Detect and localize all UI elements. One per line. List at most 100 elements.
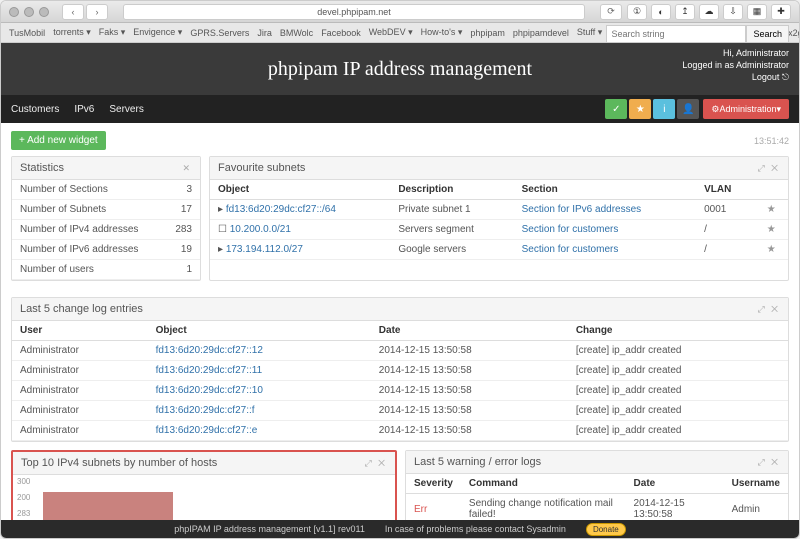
table-row: ▸ 173.194.112.0/27Google serversSection … (210, 240, 788, 260)
table-row: Administratorfd13:6d20:29dc:cf27::112014… (12, 361, 788, 381)
top10-subnets-panel: Top 10 IPv4 subnets by number of hosts ⤢ … (11, 450, 397, 520)
changelog-table: UserObjectDateChange Administratorfd13:6… (12, 321, 788, 441)
table-row: ▸ fd13:6d20:29dc:cf27::/64Private subnet… (210, 200, 788, 220)
nav-servers[interactable]: Servers (109, 104, 143, 115)
user-info: Hi, Administrator Logged in as Administr… (682, 47, 789, 83)
table-row: Administratorfd13:6d20:29dc:cf27::f2014-… (12, 401, 788, 421)
info-icon[interactable]: i (653, 99, 675, 119)
object-link[interactable]: fd13:6d20:29dc:cf27::f (156, 405, 255, 416)
back-button[interactable]: ‹ (62, 4, 84, 20)
add-widget-button[interactable]: + Add new widget (11, 131, 106, 150)
tb-icon-5[interactable]: ⇩ (723, 4, 743, 20)
table-row: Administratorfd13:6d20:29dc:cf27::102014… (12, 381, 788, 401)
favourite-subnets-panel: Favourite subnets ⤢ ✕ ObjectDescriptionSe… (209, 156, 789, 281)
footer-contact: In case of problems please contact Sysad… (385, 524, 566, 534)
subnet-link[interactable]: fd13:6d20:29dc:cf27::/64 (226, 204, 336, 215)
section-link[interactable]: Section for IPv6 addresses (522, 204, 642, 215)
star-icon[interactable]: ★ (754, 220, 788, 240)
panel-title: Statistics (20, 162, 64, 174)
reload-button[interactable]: ⟳ (600, 4, 622, 20)
tb-icon-3[interactable]: ↥ (675, 4, 695, 20)
admin-button[interactable]: ⚙ Administration ▾ (703, 99, 789, 119)
clock: 13:51:42 (754, 136, 789, 146)
bookmark[interactable]: How-to's ▾ (421, 27, 463, 38)
bookmark[interactable]: TusMobil (9, 28, 45, 38)
panel-title: Last 5 change log entries (20, 303, 143, 315)
donate-button[interactable]: Donate (586, 523, 626, 536)
warning-logs-panel: Last 5 warning / error logs ⤢ ✕ SeverityC… (405, 450, 789, 520)
bookmark[interactable]: WebDEV ▾ (369, 27, 413, 38)
bookmark[interactable]: torrents ▾ (53, 27, 91, 38)
table-row: Number of Sections3 (12, 180, 200, 200)
close-dot[interactable] (9, 7, 19, 17)
subnet-link[interactable]: 10.200.0.0/21 (230, 224, 291, 235)
table-row: Administratorfd13:6d20:29dc:cf27::122014… (12, 341, 788, 361)
bookmark[interactable]: BMWolc (280, 28, 313, 38)
bookmark[interactable]: GPRS.Servers (190, 28, 249, 38)
table-row: Number of Subnets17 (12, 200, 200, 220)
url-text: devel.phpipam.net (317, 7, 391, 17)
table-row: Number of IPv4 addresses283 (12, 220, 200, 240)
object-link[interactable]: fd13:6d20:29dc:cf27::11 (156, 365, 263, 376)
object-link[interactable]: fd13:6d20:29dc:cf27::e (156, 425, 258, 436)
bookmark[interactable]: Jira (257, 28, 272, 38)
section-link[interactable]: Section for customers (522, 244, 619, 255)
fav-table: ObjectDescriptionSectionVLAN ▸ fd13:6d20… (210, 180, 788, 260)
panel-title: Last 5 warning / error logs (414, 456, 541, 468)
star-icon[interactable]: ★ (754, 200, 788, 220)
stats-table: Number of Sections3 Number of Subnets17 … (12, 180, 200, 280)
panel-controls[interactable]: ⤢ ✕ (757, 163, 780, 174)
address-bar[interactable]: devel.phpipam.net (123, 4, 585, 20)
table-row: Number of IPv6 addresses19 (12, 240, 200, 260)
bookmark[interactable]: Facebook (321, 28, 361, 38)
panel-controls[interactable]: ⤢ ✕ (757, 457, 780, 468)
page-title: phpipam IP address management (16, 58, 784, 81)
panel-controls[interactable]: ⤢ ✕ (757, 304, 780, 315)
fwd-button[interactable]: › (86, 4, 108, 20)
window-titlebar: ‹ › devel.phpipam.net ⟳ ① ◐ ↥ ☁ ⇩ ▦ ✚ (1, 1, 799, 23)
panel-controls[interactable]: ⤢ ✕ (364, 458, 387, 469)
panel-title: Top 10 IPv4 subnets by number of hosts (21, 457, 217, 469)
tb-icon-1[interactable]: ① (627, 4, 647, 20)
panel-title: Favourite subnets (218, 162, 305, 174)
object-link[interactable]: fd13:6d20:29dc:cf27::10 (156, 385, 263, 396)
user-icon[interactable]: 👤 (677, 99, 699, 119)
star-icon[interactable]: ★ (754, 240, 788, 260)
table-row: ErrSending change notification mail fail… (406, 494, 788, 521)
statistics-panel: Statistics ✕ Number of Sections3 Number o… (11, 156, 201, 281)
bar-chart: 300 200 283 (13, 475, 395, 520)
search-input[interactable] (606, 25, 746, 43)
bookmark[interactable]: phpipam (470, 28, 505, 38)
changelog-panel: Last 5 change log entries ⤢ ✕ UserObjectD… (11, 297, 789, 442)
object-link[interactable]: fd13:6d20:29dc:cf27::12 (156, 345, 263, 356)
bookmark[interactable]: Envigence ▾ (133, 27, 182, 38)
dashboard: + Add new widget 13:51:42 Statistics ✕ Nu… (1, 123, 799, 520)
min-dot[interactable] (24, 7, 34, 17)
tb-icon-2[interactable]: ◐ (651, 4, 671, 20)
table-row: Number of users1 (12, 260, 200, 280)
check-icon[interactable]: ✓ (605, 99, 627, 119)
table-row: Administratorfd13:6d20:29dc:cf27::e2014-… (12, 421, 788, 441)
bookmark[interactable]: phpipamdevel (513, 28, 569, 38)
bookmark[interactable]: Stuff ▾ (577, 27, 602, 38)
bookmark[interactable]: Faks ▾ (99, 27, 126, 38)
warnings-table: SeverityCommandDateUsername ErrSending c… (406, 474, 788, 520)
footer-version: phpIPAM IP address management [v1.1] rev… (174, 524, 365, 534)
chart-bar (43, 492, 173, 520)
max-dot[interactable] (39, 7, 49, 17)
greeting: Hi, Administrator (682, 47, 789, 59)
role-text: Logged in as Administrator (682, 59, 789, 71)
tb-icon-7[interactable]: ✚ (771, 4, 791, 20)
subnet-link[interactable]: 173.194.112.0/27 (226, 244, 303, 255)
nav-ipv6[interactable]: IPv6 (74, 104, 94, 115)
main-nav: Customers IPv6 Servers ✓ ★ i 👤 ⚙ Adminis… (1, 95, 799, 123)
nav-customers[interactable]: Customers (11, 104, 59, 115)
panel-close-icon[interactable]: ✕ (182, 163, 192, 174)
app-header: phpipam IP address management Hi, Admini… (1, 43, 799, 95)
search-button[interactable]: Search (746, 25, 789, 43)
section-link[interactable]: Section for customers (522, 224, 619, 235)
star-icon[interactable]: ★ (629, 99, 651, 119)
tb-icon-6[interactable]: ▦ (747, 4, 767, 20)
tb-icon-4[interactable]: ☁ (699, 4, 719, 20)
logout-link[interactable]: Logout ⎋ (752, 72, 789, 82)
